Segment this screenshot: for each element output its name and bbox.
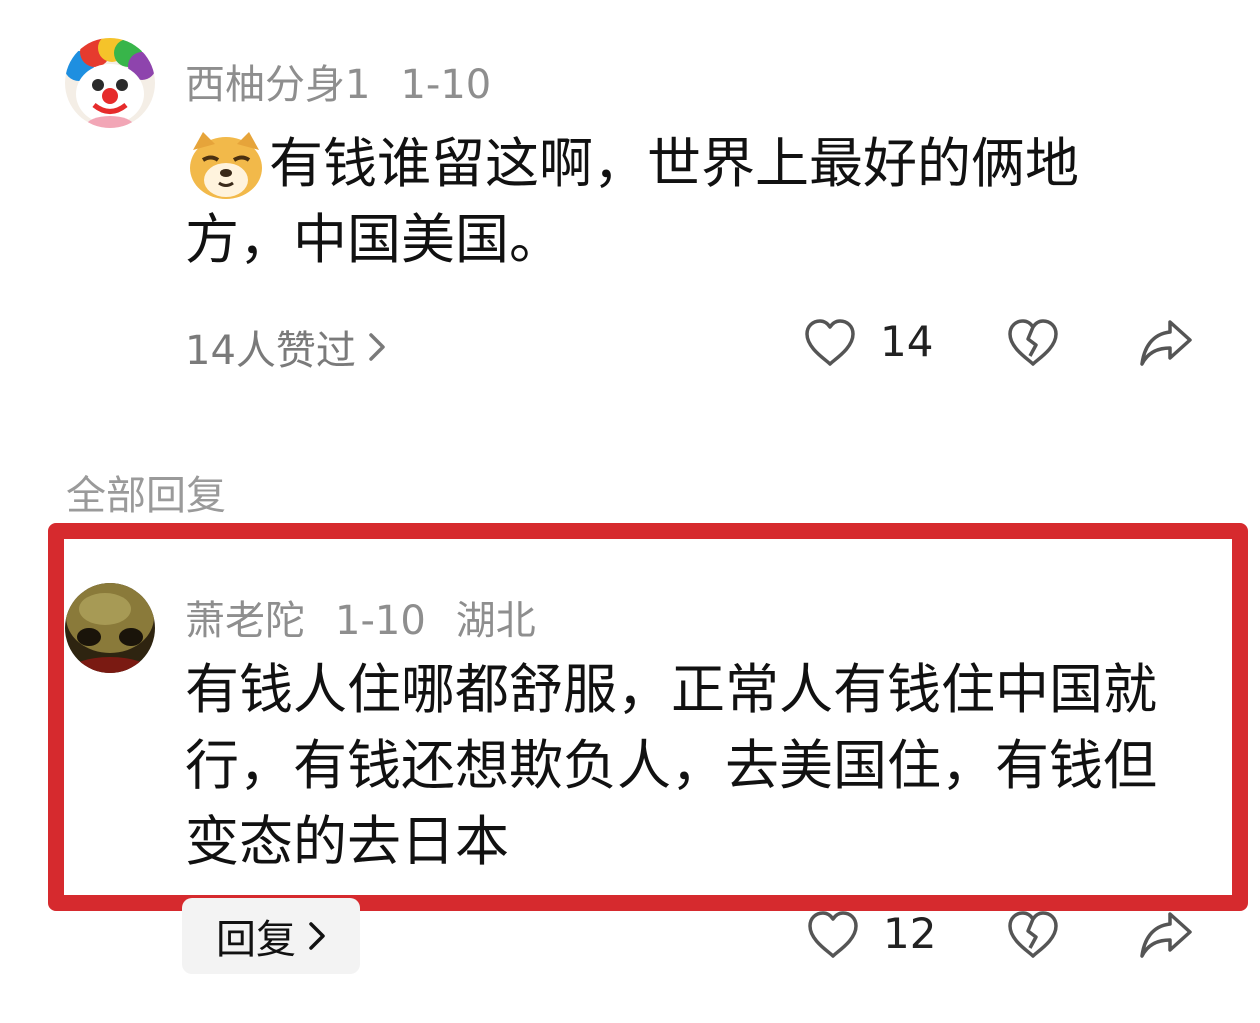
chevron-right-icon	[368, 331, 386, 363]
share-icon[interactable]	[1138, 910, 1194, 960]
section-title-all-replies: 全部回复	[66, 473, 226, 519]
avatar-reply-user[interactable]	[65, 583, 155, 673]
likes-summary-link[interactable]: 14人赞过	[185, 318, 386, 376]
reply-button[interactable]: 回复	[182, 898, 360, 974]
like-icon[interactable]	[806, 910, 860, 960]
comment-meta: 西柚分身1 1-10	[185, 52, 491, 110]
avatar-clown[interactable]	[65, 38, 155, 128]
dislike-broken-heart-icon[interactable]	[1006, 910, 1060, 960]
reply-meta: 萧老陀 1-10 湖北	[185, 588, 536, 646]
reply-date: 1-10	[335, 598, 426, 644]
likes-summary-text: 14人赞过	[185, 328, 356, 374]
comment-username[interactable]: 西柚分身1	[185, 62, 370, 108]
comment-date: 1-10	[400, 62, 492, 108]
comment-text: 有钱谁留这啊，世界上最好的俩地方，中国美国。	[185, 132, 1079, 271]
share-icon[interactable]	[1138, 318, 1194, 368]
like-icon[interactable]	[803, 318, 857, 368]
reply-text: 有钱人住哪都舒服，正常人有钱住中国就行，有钱还想欺负人，去美国住，有钱但变态的去…	[185, 658, 1157, 873]
like-count: 12	[883, 909, 937, 958]
like-count: 14	[880, 317, 934, 366]
reply-location: 湖北	[455, 598, 536, 644]
reply-username[interactable]: 萧老陀	[185, 598, 305, 644]
dislike-broken-heart-icon[interactable]	[1006, 318, 1060, 368]
reply-button-label: 回复	[216, 917, 296, 963]
chevron-right-icon	[308, 920, 326, 952]
